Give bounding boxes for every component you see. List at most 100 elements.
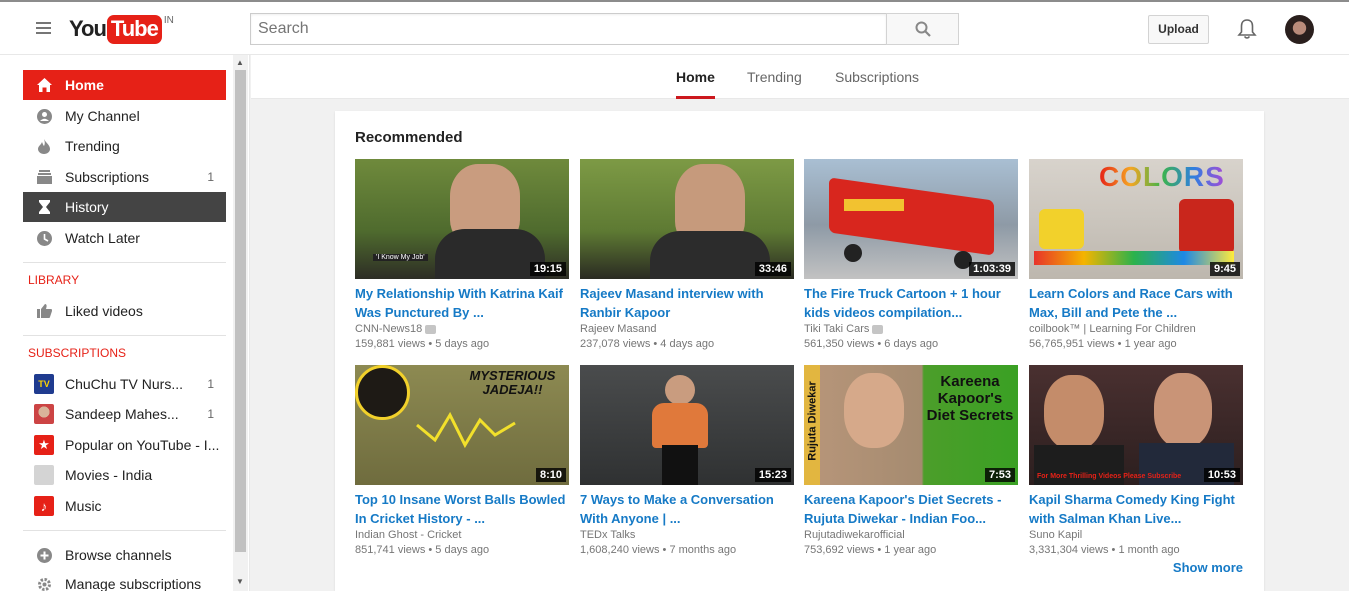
video-duration: 8:10 — [535, 468, 566, 482]
video-title[interactable]: 7 Ways to Make a Conversation With Anyon… — [580, 490, 794, 528]
sidebar-item-subscriptions[interactable]: Subscriptions 1 — [23, 162, 226, 192]
sidebar-item-my-channel[interactable]: My Channel — [23, 101, 226, 131]
sidebar-item-subscription[interactable]: Sandeep Mahes... 1 — [23, 399, 226, 429]
menu-icon[interactable] — [36, 22, 51, 34]
sidebar-item-watch-later[interactable]: Watch Later — [23, 223, 226, 253]
person-icon — [36, 108, 52, 124]
tab-subscriptions[interactable]: Subscriptions — [835, 55, 919, 99]
video-duration: 33:46 — [754, 262, 791, 276]
sidebar-item-history[interactable]: History — [23, 192, 226, 222]
channel-name[interactable]: Rujutadiwekarofficial — [804, 529, 1018, 541]
thumbnail-caption: MYSTERIOUS JADEJA!! — [469, 368, 556, 397]
sidebar-item-trending[interactable]: Trending — [23, 131, 226, 161]
sidebar-scrollbar[interactable]: ▲ ▼ — [233, 55, 248, 591]
video-duration: 9:45 — [1209, 262, 1240, 276]
tab-home[interactable]: Home — [676, 55, 715, 99]
upload-button[interactable]: Upload — [1148, 15, 1209, 44]
channel-name[interactable]: Tiki Taki Cars — [804, 323, 1018, 335]
channel-name[interactable]: CNN-News18 — [355, 323, 569, 335]
channel-name[interactable]: coilbook™ | Learning For Children — [1029, 323, 1243, 335]
channel-name[interactable]: TEDx Talks — [580, 529, 794, 541]
channel-name-text[interactable]: CNN-News18 — [355, 323, 422, 335]
thumbnail-caption: Kareena Kapoor's Diet Secrets — [926, 373, 1014, 424]
sidebar-item-label: Liked videos — [65, 303, 143, 319]
video-tile[interactable]: Rujuta Diwekar Kareena Kapoor's Diet Sec… — [804, 365, 1018, 556]
video-meta: 237,078 views • 4 days ago — [580, 338, 715, 350]
channel-avatar-icon — [34, 404, 54, 424]
show-more-link[interactable]: Show more — [1173, 560, 1243, 575]
sidebar-item-label: Home — [65, 77, 104, 93]
guide-sidebar: Home My Channel Trending Subscriptions 1… — [0, 55, 250, 591]
view-count: 753,692 views — [804, 544, 875, 556]
video-tile[interactable]: COLORS 9:45 Learn Colors and Race Cars w… — [1029, 159, 1243, 350]
video-tile[interactable]: 15:23 7 Ways to Make a Conversation With… — [580, 365, 794, 556]
upload-age: 5 days ago — [435, 544, 490, 556]
account-avatar[interactable] — [1285, 15, 1314, 44]
sidebar-item-label: Browse channels — [65, 547, 172, 563]
search-button[interactable] — [886, 13, 959, 45]
recommended-shelf: Recommended 'I Know My Job' 19:15 My Rel… — [335, 111, 1264, 591]
video-tile[interactable]: For More Thrilling Videos Please Subscri… — [1029, 365, 1243, 556]
library-heading: LIBRARY — [28, 273, 80, 287]
view-count: 159,881 views — [355, 338, 426, 350]
thumbnail-side-caption: Rujuta Diwekar — [806, 381, 819, 461]
clock-icon — [36, 230, 52, 246]
sidebar-item-liked-videos[interactable]: Liked videos — [23, 296, 226, 326]
youtube-logo[interactable]: You Tube IN — [69, 13, 174, 45]
video-thumbnail[interactable]: MYSTERIOUS JADEJA!! 8:10 — [355, 365, 569, 485]
subscriptions-count: 1 — [207, 170, 214, 184]
video-tile[interactable]: MYSTERIOUS JADEJA!! 8:10 Top 10 Insane W… — [355, 365, 569, 556]
video-thumbnail[interactable]: 15:23 — [580, 365, 794, 485]
channel-name[interactable]: Suno Kapil — [1029, 529, 1243, 541]
subscriptions-heading: SUBSCRIPTIONS — [28, 346, 127, 360]
sidebar-item-browse-channels[interactable]: Browse channels — [23, 540, 226, 570]
movie-icon — [34, 465, 54, 485]
sidebar-item-home[interactable]: Home — [23, 70, 226, 100]
video-title[interactable]: Kapil Sharma Comedy King Fight with Salm… — [1029, 490, 1243, 528]
video-duration: 1:03:39 — [969, 262, 1015, 276]
video-thumbnail[interactable]: 33:46 — [580, 159, 794, 279]
video-thumbnail[interactable]: COLORS 9:45 — [1029, 159, 1243, 279]
video-tile[interactable]: 'I Know My Job' 19:15 My Relationship Wi… — [355, 159, 569, 350]
video-tile[interactable]: 1:03:39 The Fire Truck Cartoon + 1 hour … — [804, 159, 1018, 350]
video-thumbnail[interactable]: 1:03:39 — [804, 159, 1018, 279]
tab-trending[interactable]: Trending — [747, 55, 802, 99]
channel-name[interactable]: Rajeev Masand — [580, 323, 794, 335]
sidebar-item-label: Sandeep Mahes... — [65, 406, 179, 422]
sidebar-item-label: Music — [65, 498, 102, 514]
sidebar-item-manage-subscriptions[interactable]: Manage subscriptions — [23, 569, 226, 591]
sidebar-item-subscription[interactable]: ♪ Music — [23, 491, 226, 521]
notifications-bell-icon[interactable] — [1236, 18, 1258, 40]
video-meta: 56,765,951 views • 1 year ago — [1029, 338, 1177, 350]
music-note-icon: ♪ — [34, 496, 54, 516]
video-title[interactable]: Learn Colors and Race Cars with Max, Bil… — [1029, 284, 1243, 322]
video-thumbnail[interactable]: Rujuta Diwekar Kareena Kapoor's Diet Sec… — [804, 365, 1018, 485]
video-thumbnail[interactable]: For More Thrilling Videos Please Subscri… — [1029, 365, 1243, 485]
subscription-count: 1 — [207, 377, 214, 391]
video-tile[interactable]: 33:46 Rajeev Masand interview with Ranbi… — [580, 159, 794, 350]
sidebar-item-subscription[interactable]: TV ChuChu TV Nurs... 1 — [23, 369, 226, 399]
video-title[interactable]: Rajeev Masand interview with Ranbir Kapo… — [580, 284, 794, 322]
channel-name-text[interactable]: Tiki Taki Cars — [804, 323, 869, 335]
sidebar-item-subscription[interactable]: Movies - India — [23, 460, 226, 490]
scrollbar-thumb[interactable] — [235, 70, 246, 552]
thumbs-up-icon — [36, 303, 52, 319]
upload-age: 1 year ago — [1124, 338, 1177, 350]
video-title[interactable]: The Fire Truck Cartoon + 1 hour kids vid… — [804, 284, 1018, 322]
verified-icon — [872, 324, 884, 334]
video-title[interactable]: My Relationship With Katrina Kaif Was Pu… — [355, 284, 569, 322]
video-title[interactable]: Top 10 Insane Worst Balls Bowled In Cric… — [355, 490, 569, 528]
video-thumbnail[interactable]: 'I Know My Job' 19:15 — [355, 159, 569, 279]
sidebar-item-label: ChuChu TV Nurs... — [65, 376, 184, 392]
channel-name[interactable]: Indian Ghost - Cricket — [355, 529, 569, 541]
channel-avatar-icon: TV — [34, 374, 54, 394]
upload-age: 6 days ago — [884, 338, 939, 350]
thumbnail-caption: For More Thrilling Videos Please Subscri… — [1037, 473, 1182, 480]
search-input[interactable] — [250, 13, 887, 45]
scroll-down-arrow-icon[interactable]: ▼ — [236, 577, 244, 586]
sidebar-item-subscription[interactable]: ★ Popular on YouTube - I... — [23, 430, 226, 460]
video-title[interactable]: Kareena Kapoor's Diet Secrets - Rujuta D… — [804, 490, 1018, 528]
scroll-up-arrow-icon[interactable]: ▲ — [236, 58, 244, 67]
plus-circle-icon — [36, 547, 52, 563]
country-code: IN — [163, 15, 174, 26]
